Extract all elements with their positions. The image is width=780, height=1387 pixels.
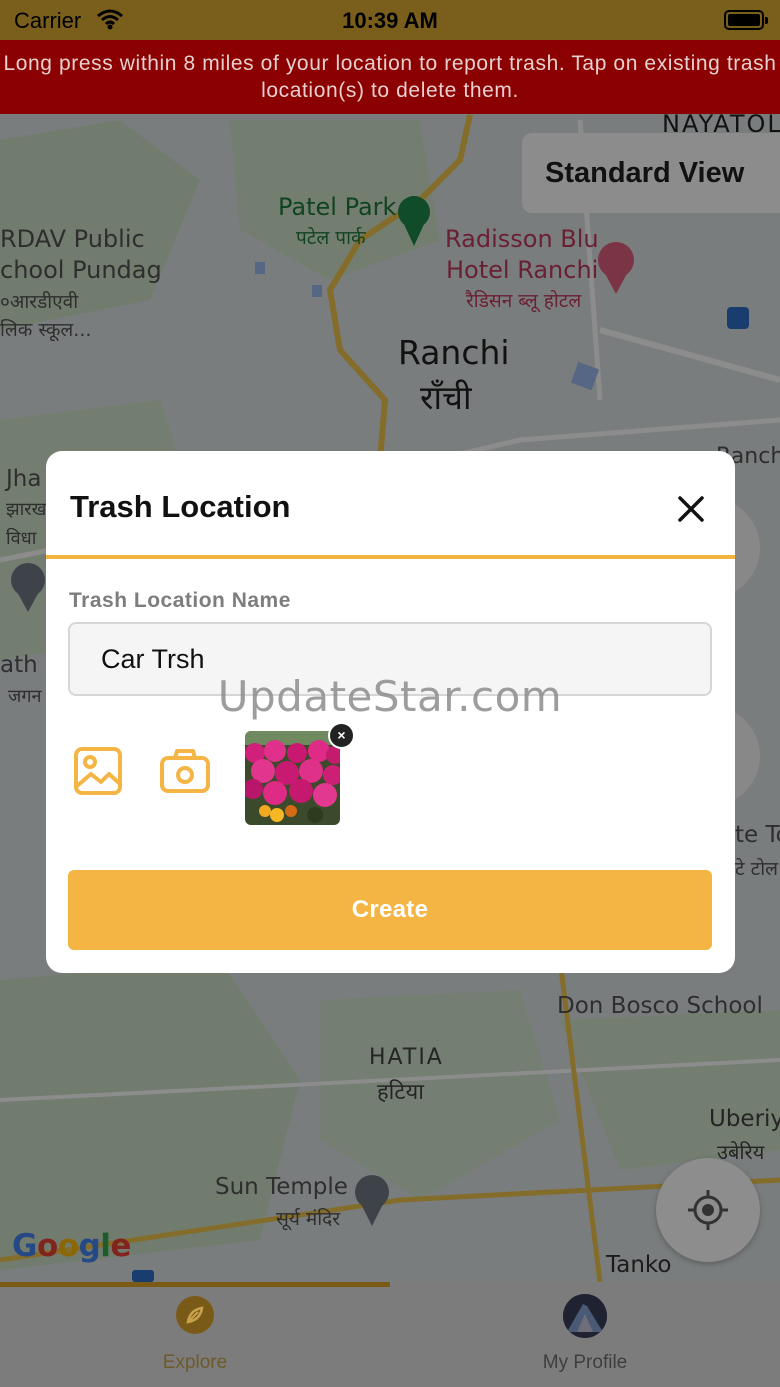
standard-view-button[interactable]: Standard View [522, 133, 780, 213]
crosshair-icon [688, 1190, 728, 1230]
tab-label: My Profile [542, 1352, 628, 1373]
dialog-title: Trash Location [70, 489, 291, 524]
camera-icon[interactable] [159, 748, 211, 794]
status-bar: Carrier 10:39 AM [0, 0, 780, 40]
tab-explore[interactable]: Explore [0, 1282, 390, 1387]
field-label: Trash Location Name [69, 589, 291, 612]
create-button[interactable]: Create [68, 870, 712, 950]
locate-button[interactable] [656, 1158, 760, 1262]
tab-label: Explore [162, 1352, 228, 1373]
close-icon[interactable] [671, 489, 711, 529]
trash-photo-thumbnail[interactable] [245, 731, 340, 825]
clock: 10:39 AM [342, 8, 438, 33]
instruction-banner: Long press within 8 miles of your locati… [0, 40, 780, 114]
avatar [563, 1294, 607, 1338]
flower-photo [245, 731, 340, 825]
tab-bar: Explore My Profile [0, 1282, 780, 1387]
compass-icon [176, 1296, 214, 1334]
title-divider [46, 555, 735, 559]
watermark: UpdateStar.com [217, 672, 563, 721]
remove-photo-button[interactable]: × [328, 722, 355, 749]
tab-my-profile[interactable]: My Profile [390, 1282, 780, 1387]
image-icon[interactable] [73, 746, 123, 796]
battery-icon [724, 10, 768, 30]
